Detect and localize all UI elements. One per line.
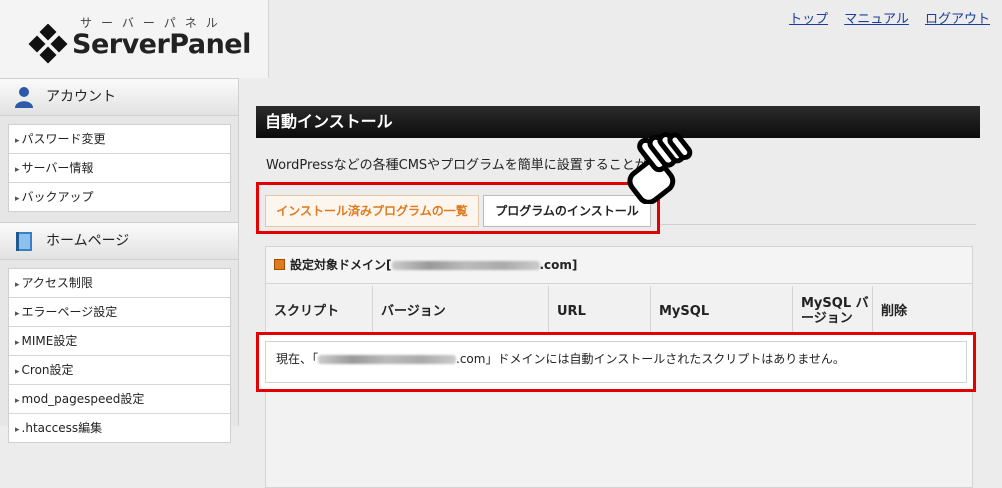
homepage-menu: ▸ アクセス制限 ▸ エラーページ設定 ▸ MIME設定 ▸ Cron設定 ▸ mod_p… [8, 268, 231, 443]
arrow-icon: ▸ [15, 309, 20, 319]
sidebar-item-label: MIME設定 [21, 334, 78, 348]
sidebar-item-label: バックアップ [21, 190, 94, 204]
arrow-icon: ▸ [15, 136, 20, 146]
arrow-icon: ▸ [15, 338, 20, 348]
domain-label-suffix: .com] [539, 258, 578, 272]
arrow-icon: ▸ [15, 396, 20, 406]
user-icon [15, 87, 33, 108]
sidebar: アカウント ▸ パスワード変更 ▸ サーバー情報 ▸ バックアップ ホームページ ▸ ア… [0, 78, 239, 443]
tab-installed-programs[interactable]: インストール済みプログラムの一覧 [265, 195, 479, 227]
blurred-domain [318, 355, 457, 364]
sidebar-item-access-restriction[interactable]: ▸ アクセス制限 [9, 269, 230, 298]
arrow-icon: ▸ [15, 165, 20, 175]
message-highlight: 現在、「 .com」ドメインには自動インストールされたスクリプトはありません。 [256, 332, 976, 392]
sidebar-section-homepage: ホームページ [0, 222, 238, 260]
logo[interactable]: サーバーパネル ServerPanel [0, 0, 269, 78]
sidebar-item-label: サーバー情報 [21, 161, 94, 175]
account-menu: ▸ パスワード変更 ▸ サーバー情報 ▸ バックアップ [8, 124, 231, 212]
hand-pointer-icon [627, 132, 693, 204]
arrow-icon: ▸ [15, 425, 20, 435]
sidebar-item-htaccess[interactable]: ▸ .htaccess編集 [9, 414, 230, 442]
nav-manual-link[interactable]: マニュアル [844, 12, 909, 27]
sidebar-item-backup[interactable]: ▸ バックアップ [9, 183, 230, 211]
sidebar-item-label: パスワード変更 [21, 132, 106, 146]
sidebar-item-server-info[interactable]: ▸ サーバー情報 [9, 154, 230, 183]
book-icon [16, 232, 32, 251]
arrow-icon: ▸ [15, 280, 20, 290]
sidebar-item-mime[interactable]: ▸ MIME設定 [9, 327, 230, 356]
logo-diamonds-icon [28, 24, 68, 64]
col-mysql-version: MySQL バージョン [792, 286, 873, 336]
col-mysql: MySQL [650, 286, 793, 336]
bullet-square-icon [274, 259, 285, 270]
sidebar-item-password[interactable]: ▸ パスワード変更 [9, 125, 230, 154]
arrow-icon: ▸ [15, 194, 20, 204]
tabs-highlight: インストール済みプログラムの一覧 プログラムのインストール [256, 182, 660, 234]
col-url: URL [548, 286, 651, 336]
sidebar-section-title: ホームページ [46, 233, 130, 249]
logo-text: ServerPanel [72, 29, 251, 60]
tab-divider [660, 224, 976, 225]
col-version: バージョン [372, 286, 549, 336]
sidebar-item-label: エラーページ設定 [21, 305, 118, 319]
top-nav: トップ マニュアル ログアウト [777, 8, 990, 27]
sidebar-item-cron[interactable]: ▸ Cron設定 [9, 356, 230, 385]
table-header-row: スクリプト バージョン URL MySQL MySQL バージョン 削除 [266, 286, 972, 336]
blurred-domain [391, 261, 540, 270]
sidebar-section-account: アカウント [0, 78, 238, 116]
sidebar-section-title: アカウント [46, 89, 116, 105]
sidebar-item-label: アクセス制限 [21, 276, 93, 290]
message-prefix: 現在、「 [276, 352, 319, 366]
sidebar-item-mod-pagespeed[interactable]: ▸ mod_pagespeed設定 [9, 385, 230, 414]
nav-logout-link[interactable]: ログアウト [925, 12, 990, 27]
no-scripts-message: 現在、「 .com」ドメインには自動インストールされたスクリプトはありません。 [265, 341, 967, 383]
col-script: スクリプト [266, 286, 373, 336]
sidebar-item-label: mod_pagespeed設定 [21, 392, 145, 406]
header: サーバーパネル ServerPanel トップ マニュアル ログアウト [0, 0, 1002, 78]
domain-label-prefix: 設定対象ドメイン[ [290, 258, 392, 272]
nav-top-link[interactable]: トップ [789, 12, 828, 27]
scripts-table: スクリプト バージョン URL MySQL MySQL バージョン 削除 [266, 286, 972, 336]
sidebar-item-error-page[interactable]: ▸ エラーページ設定 [9, 298, 230, 327]
message-suffix: .com」ドメインには自動インストールされたスクリプトはありません。 [456, 352, 845, 366]
domain-heading: 設定対象ドメイン[ .com] [266, 247, 972, 284]
arrow-icon: ▸ [15, 367, 20, 377]
sidebar-item-label: .htaccess編集 [21, 421, 103, 435]
col-delete: 削除 [872, 286, 972, 336]
sidebar-item-label: Cron設定 [21, 363, 74, 377]
